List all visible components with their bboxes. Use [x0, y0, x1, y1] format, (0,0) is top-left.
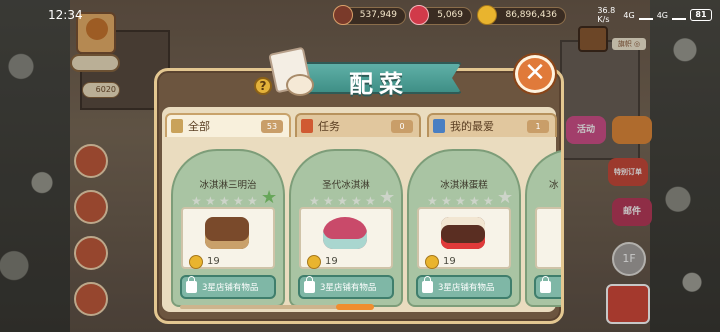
favorite-star-icon[interactable]: ★ — [379, 189, 395, 207]
dish-card-list[interactable]: 冰淇淋三明治 ★ ★ ★ ★ ★ ★ 19 3星店铺有物品 圣代冰淇淋 ★ ★ ★ ★ ★ ★ … — [171, 149, 561, 307]
gem-counter[interactable]: 537,949 — [333, 5, 406, 25]
quest-icon — [301, 119, 313, 133]
dish-price: 19 — [325, 256, 338, 267]
tab-count: 0 — [391, 120, 413, 133]
close-button[interactable]: ✕ — [515, 55, 555, 93]
tab-label: 我的最爱 — [450, 120, 494, 133]
coin-icon — [307, 255, 321, 269]
lock-icon — [304, 276, 315, 293]
unlock-button[interactable]: 3星店铺有物品 — [298, 275, 394, 299]
gem-value: 537,949 — [359, 10, 397, 20]
signal-bars-icon — [672, 10, 686, 20]
gem-icon — [333, 5, 353, 25]
dish-card[interactable]: 圣代冰淇淋 ★ ★ ★ ★ ★ ★ 19 3星店铺有物品 — [289, 149, 403, 307]
unlock-button[interactable] — [534, 275, 561, 299]
lock-icon — [540, 276, 551, 293]
tab-favorites[interactable]: 我的最爱 1 — [427, 113, 557, 137]
tab-count: 53 — [261, 120, 283, 133]
scrollbar-thumb[interactable] — [336, 304, 374, 310]
dish-name: 圣代冰淇淋 — [322, 180, 370, 191]
sundae-icon — [323, 217, 367, 249]
dish-card[interactable]: 冰淇淋三明治 ★ ★ ★ ★ ★ ★ 19 3星店铺有物品 — [171, 149, 285, 307]
lock-icon — [186, 276, 197, 293]
unlock-button[interactable]: 3星店铺有物品 — [416, 275, 512, 299]
plate-icon — [286, 74, 314, 96]
signal-bars-icon — [638, 10, 653, 20]
dish-card[interactable]: 冰 — [525, 149, 561, 307]
dish-name: 冰淇淋蛋糕 — [440, 180, 488, 191]
side-dish-dialog: 全部 53 任务 0 我的最爱 1 冰淇淋三明治 ★ ★ ★ ★ ★ ★ 19 3星店铺… — [154, 68, 564, 324]
scrollbar-track — [180, 305, 360, 309]
tab-label: 全部 — [188, 120, 210, 133]
unlock-button[interactable]: 3星店铺有物品 — [180, 275, 276, 299]
unlock-text: 3星店铺有物品 — [202, 283, 259, 293]
unlock-text: 3星店铺有物品 — [438, 283, 495, 293]
clock: 12:34 — [48, 8, 83, 22]
signal-icon: 4G — [656, 10, 668, 20]
unlock-text: 3星店铺有物品 — [320, 283, 377, 293]
ice-cream-sandwich-icon — [205, 217, 249, 249]
coin-icon — [189, 255, 203, 269]
help-icon[interactable]: ? — [254, 77, 272, 95]
heart-counter[interactable]: 5,069 — [409, 5, 472, 25]
tab-quest[interactable]: 任务 0 — [295, 113, 421, 137]
dialog-title-ribbon: 配菜 — [296, 56, 462, 100]
coin-counter[interactable]: 86,896,436 — [477, 5, 566, 25]
network-speed: 36.8 K/s — [597, 6, 616, 24]
dialog-title: 配菜 — [349, 70, 409, 98]
dish-name: 冰 — [549, 180, 559, 191]
dish-name: 冰淇淋三明治 — [199, 180, 257, 191]
coin-icon — [477, 5, 497, 25]
favorite-star-icon[interactable]: ★ — [497, 189, 513, 207]
tab-label: 任务 — [318, 120, 340, 133]
signal-icon: 4G — [623, 10, 635, 20]
ice-cream-cake-icon — [441, 217, 485, 249]
system-indicators: 36.8 K/s 4G 4G 81 — [597, 6, 712, 24]
star-icon — [433, 119, 445, 133]
dish-image-frame — [535, 207, 561, 269]
coin-icon — [425, 255, 439, 269]
heart-icon — [409, 5, 429, 25]
coin-value: 86,896,436 — [505, 10, 557, 20]
dish-price: 19 — [443, 256, 456, 267]
heart-value: 5,069 — [437, 10, 463, 20]
favorite-star-icon[interactable]: ★ — [261, 189, 277, 207]
tab-count: 1 — [527, 120, 549, 133]
dish-card[interactable]: 冰淇淋蛋糕 ★ ★ ★ ★ ★ ★ 19 3星店铺有物品 — [407, 149, 521, 307]
dish-price: 19 — [207, 256, 220, 267]
tab-all[interactable]: 全部 53 — [165, 113, 291, 137]
lock-icon — [422, 276, 433, 293]
list-icon — [171, 119, 183, 133]
battery-icon: 81 — [690, 9, 712, 21]
